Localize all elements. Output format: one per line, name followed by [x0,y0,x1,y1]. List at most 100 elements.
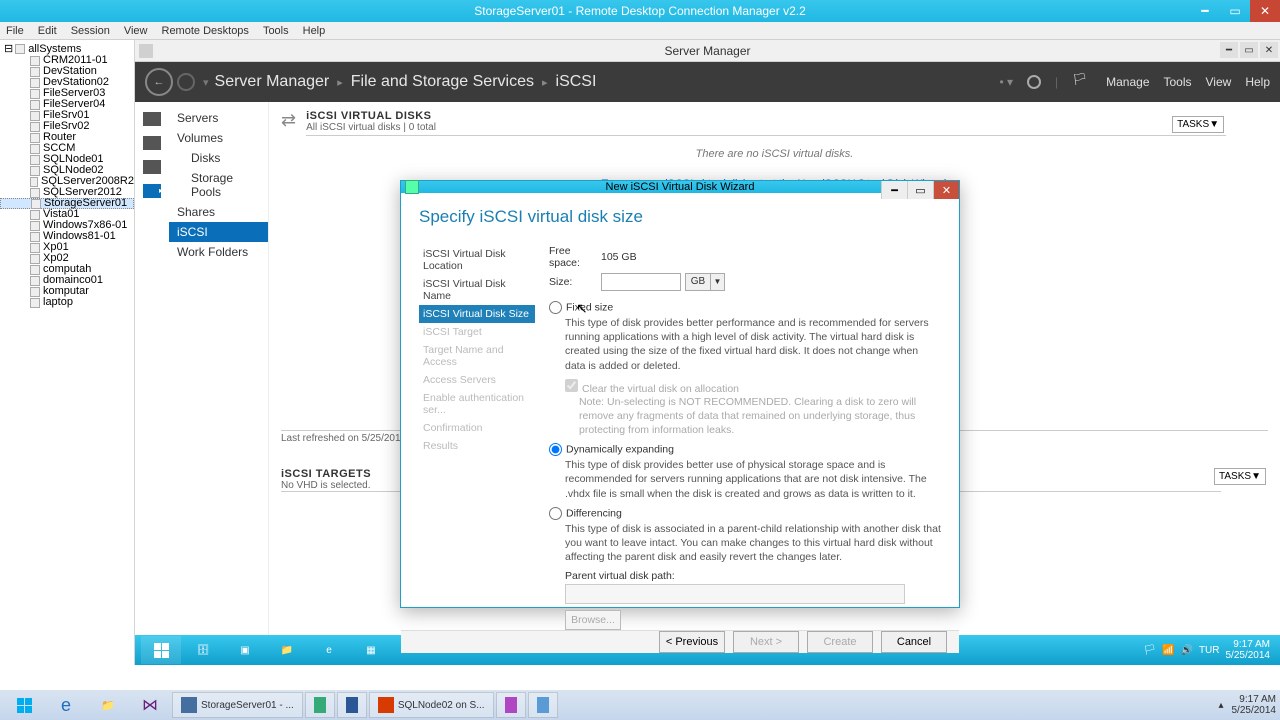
task-2[interactable] [305,692,335,718]
wizard-close-button[interactable]: ✕ [933,181,959,199]
sm-title-text: Server Manager [664,44,750,58]
host-tray: ▴ 9:17 AM 5/25/2014 [1218,694,1276,716]
nav-work-folders[interactable]: Work Folders [169,242,268,262]
host-tray-up-icon[interactable]: ▴ [1218,700,1223,711]
menu-edit[interactable]: Edit [38,25,57,37]
computer-icon [30,232,40,242]
wizard-maximize-button[interactable]: ▭ [907,181,933,199]
browse-button: Browse... [565,610,621,630]
forward-button[interactable] [177,73,195,91]
tree-item-laptop[interactable]: laptop [0,297,134,308]
menu-view[interactable]: View [124,25,148,37]
bc-server-manager[interactable]: Server Manager [215,73,330,91]
computer-icon [31,199,41,209]
next-button: Next > [733,631,799,653]
server-manager-titlebar[interactable]: Server Manager ━ ▭ ✕ [135,40,1280,62]
bc-iscsi[interactable]: iSCSI [556,73,597,91]
menu-file[interactable]: File [6,25,24,37]
nav-servers[interactable]: Servers [169,108,268,128]
host-taskbar: e 📁 ⋈ StorageServer01 - ... SQLNode02 on… [0,690,1280,720]
tasks-dropdown-targets[interactable]: TASKS▼ [1214,468,1266,485]
wizard-minimize-button[interactable]: ━ [881,181,907,199]
nav-disks[interactable]: Disks [169,148,268,168]
label-fixed-size: Fixed size [566,301,613,313]
nav-volumes[interactable]: Volumes [169,128,268,148]
chevron-right-icon[interactable]: ⇄ [281,110,296,131]
step-target-name: Target Name and Access [419,341,535,371]
computer-icon [30,133,40,143]
task-5[interactable] [496,692,526,718]
menu-manage[interactable]: Manage [1106,75,1149,89]
step-location[interactable]: iSCSI Virtual Disk Location [419,245,535,275]
menu-help-sm[interactable]: Help [1245,75,1270,89]
sm-icon-column: ▸ [135,102,169,635]
task-sqlnode[interactable]: SQLNode02 on S... [369,692,494,718]
tray-clock[interactable]: 9:17 AM 5/25/2014 [1226,639,1271,661]
nav-iscsi[interactable]: iSCSI [169,222,268,242]
size-unit-dropdown[interactable]: ▼ [711,273,725,291]
radio-fixed-size[interactable] [549,301,562,314]
tray-network-icon[interactable]: 📶 [1162,645,1174,656]
menu-tools-sm[interactable]: Tools [1164,75,1192,89]
start-button[interactable] [141,636,181,664]
step-size[interactable]: iSCSI Virtual Disk Size [419,305,535,323]
label-clear-disk: Clear the virtual disk on allocation [582,383,739,395]
bc-file-storage[interactable]: File and Storage Services [351,73,534,91]
free-space-label: Free space: [549,245,601,269]
tray-sound-icon[interactable]: 🔊 [1180,645,1192,656]
wizard-titlebar[interactable]: New iSCSI Virtual Disk Wizard ━ ▭ ✕ [401,181,959,193]
cancel-button[interactable]: Cancel [881,631,947,653]
task-6[interactable] [528,692,558,718]
note-clear-disk: Note: Un-selecting is NOT RECOMMENDED. C… [579,395,941,438]
menu-help[interactable]: Help [303,25,326,37]
back-button[interactable]: ← [145,68,173,96]
menu-view-sm[interactable]: View [1206,75,1232,89]
close-button[interactable]: ✕ [1250,0,1280,22]
nav-icon-servers[interactable] [143,112,161,126]
taskbar-ie-icon[interactable]: e [309,636,349,664]
taskbar-explorer-icon[interactable]: 📁 [267,636,307,664]
rdcman-titlebar[interactable]: StorageServer01 - Remote Desktop Connect… [0,0,1280,22]
nav-icon-volumes[interactable] [143,136,161,150]
minimize-button[interactable]: ━ [1190,0,1220,22]
folder-icon [15,44,25,54]
taskbar-powershell-icon[interactable]: ▣ [225,636,265,664]
nav-icon-disks[interactable] [143,160,161,174]
menu-session[interactable]: Session [71,25,110,37]
previous-button[interactable]: < Previous [659,631,725,653]
nav-icon-iscsi[interactable]: ▸ [143,184,161,198]
radio-differencing[interactable] [549,507,562,520]
refresh-icon[interactable] [1027,75,1041,89]
menu-remote-desktops[interactable]: Remote Desktops [162,25,249,37]
host-clock[interactable]: 9:17 AM 5/25/2014 [1232,694,1277,716]
task-3[interactable] [337,692,367,718]
host-explorer-icon[interactable]: 📁 [88,691,128,719]
nav-shares[interactable]: Shares [169,202,268,222]
computer-icon [30,287,40,297]
computer-icon [30,221,40,231]
sm-close-button[interactable]: ✕ [1260,42,1278,58]
radio-dynamic[interactable] [549,443,562,456]
task-storageserver[interactable]: StorageServer01 - ... [172,692,303,718]
sm-maximize-button[interactable]: ▭ [1240,42,1258,58]
nav-storage-pools[interactable]: Storage Pools [169,168,268,202]
section-iscsi-disks-title: iSCSI VIRTUAL DISKS [306,110,1226,122]
step-name[interactable]: iSCSI Virtual Disk Name [419,275,535,305]
flag-icon[interactable]: 🏳 [1072,72,1092,92]
taskbar-app-icon[interactable]: ▦ [351,636,391,664]
taskbar-server-manager-icon[interactable]: 🗄 [183,636,223,664]
sm-minimize-button[interactable]: ━ [1220,42,1238,58]
maximize-button[interactable]: ▭ [1220,0,1250,22]
menu-tools[interactable]: Tools [263,25,289,37]
host-ie-icon[interactable]: e [46,691,86,719]
server-tree[interactable]: ⊟ allSystems CRM2011-01DevStationDevStat… [0,40,135,665]
tray-flag-icon[interactable]: 🏳 [1143,645,1156,656]
host-start-button[interactable] [4,691,44,719]
size-input[interactable] [601,273,681,291]
sm-header: ← ▾ Server Manager ▸ File and Storage Se… [135,62,1280,102]
tray-lang[interactable]: TUR [1199,645,1220,656]
host-vs-icon[interactable]: ⋈ [130,691,170,719]
size-unit-select[interactable]: GB [685,273,711,291]
tasks-dropdown[interactable]: TASKS▼ [1172,116,1224,133]
sm-nav: Servers Volumes Disks Storage Pools Shar… [169,102,269,635]
